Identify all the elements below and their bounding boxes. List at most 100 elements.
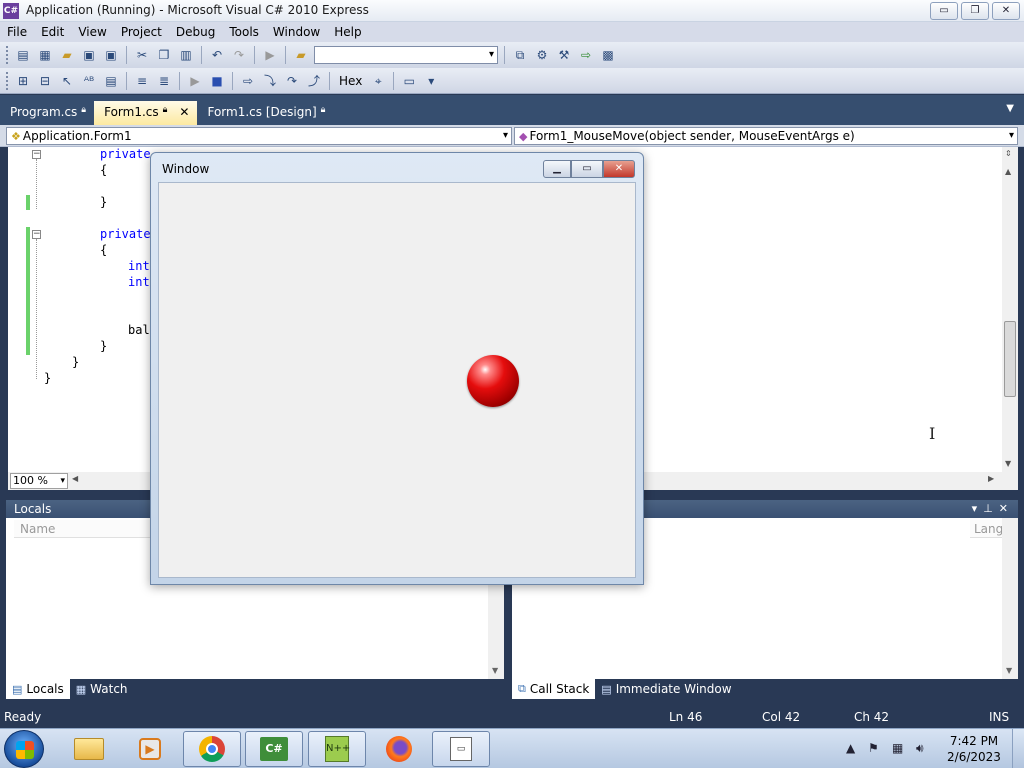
tab-program-cs[interactable]: Program.cs 🔒︎ xyxy=(0,101,94,125)
start-debugging-icon[interactable]: ▶ xyxy=(261,46,279,64)
network-icon[interactable]: ▦ xyxy=(892,741,903,755)
copy-icon[interactable]: ❐ xyxy=(155,46,173,64)
add-item-icon[interactable]: ▦ xyxy=(36,46,54,64)
class-view-icon[interactable]: ⊞ xyxy=(14,72,32,90)
pointer-icon[interactable]: ↖ xyxy=(58,72,76,90)
scroll-down-icon[interactable]: ▼ xyxy=(492,666,498,675)
code-navigation-bar: ❖Application.Form1 ◆Form1_MouseMove(obje… xyxy=(0,125,1024,147)
window-position-icon[interactable]: ▾ xyxy=(972,502,984,515)
collapse-icon[interactable]: − xyxy=(32,230,41,239)
close-panel-icon[interactable]: ✕ xyxy=(999,502,1014,515)
volume-icon[interactable]: 🔊︎ xyxy=(916,741,924,756)
show-hidden-icons-icon[interactable]: ▲ xyxy=(846,741,855,755)
object-browser-icon[interactable]: ⊟ xyxy=(36,72,54,90)
start-page-icon[interactable]: ⇨ xyxy=(577,46,595,64)
collapse-icon[interactable]: − xyxy=(32,150,41,159)
scroll-thumb[interactable] xyxy=(1004,321,1016,397)
open-file-icon[interactable]: ▰ xyxy=(58,46,76,64)
zoom-combo[interactable]: 100 % xyxy=(10,473,68,489)
step-into-icon[interactable]: ⤵ xyxy=(261,72,279,90)
taskbar-app-window[interactable]: ▭ xyxy=(432,731,490,767)
cut-icon[interactable]: ✂ xyxy=(133,46,151,64)
extension-manager-icon[interactable]: ▩ xyxy=(599,46,617,64)
tab-watch[interactable]: ▦ Watch xyxy=(70,679,134,699)
tab-form1-design[interactable]: Form1.cs [Design] 🔒︎ xyxy=(197,101,333,125)
tab-form1-cs[interactable]: Form1.cs 🔒︎ ✕ xyxy=(94,101,198,125)
taskbar-firefox[interactable] xyxy=(370,731,428,767)
code-line: { xyxy=(100,163,108,177)
toolbar-options-icon[interactable]: ▾ xyxy=(422,72,440,90)
menu-window[interactable]: Window xyxy=(266,22,327,42)
comment-icon[interactable]: ≡ xyxy=(133,72,151,90)
find-in-files-icon[interactable]: ▰ xyxy=(292,46,310,64)
output-window-icon[interactable]: ▭ xyxy=(400,72,418,90)
menu-file[interactable]: File xyxy=(0,22,34,42)
scroll-up-icon[interactable]: ▲ xyxy=(1005,167,1011,176)
editor-vertical-scrollbar[interactable]: ⇕ ▲ ▼ xyxy=(1002,147,1018,472)
stop-debugging-icon[interactable]: ■ xyxy=(208,72,226,90)
hex-display-button[interactable]: Hex xyxy=(336,74,365,88)
taskbar-visual-csharp[interactable]: C# xyxy=(245,731,303,767)
tab-dropdown-icon[interactable]: ▼ xyxy=(1006,103,1014,114)
vs-title-bar[interactable]: C# Application (Running) - Microsoft Vis… xyxy=(0,0,1024,22)
tab-immediate-window[interactable]: ▤ Immediate Window xyxy=(595,679,737,699)
quick-info-icon[interactable]: ▤ xyxy=(102,72,120,90)
split-handle-icon[interactable]: ⇕ xyxy=(1005,149,1012,158)
redo-icon[interactable]: ↷ xyxy=(230,46,248,64)
breakpoints-icon[interactable]: ⌖ xyxy=(369,72,387,90)
pin-icon[interactable]: ⊥ xyxy=(983,502,999,515)
tab-call-stack[interactable]: ⧉ Call Stack xyxy=(512,679,596,699)
scroll-down-icon[interactable]: ▼ xyxy=(1006,666,1012,675)
new-project-icon[interactable]: ▤ xyxy=(14,46,32,64)
scroll-down-icon[interactable]: ▼ xyxy=(1005,459,1011,468)
locals-icon: ▤ xyxy=(12,682,23,696)
clock[interactable]: 7:42 PM 2/6/2023 xyxy=(942,733,1006,765)
red-ball[interactable] xyxy=(467,355,519,407)
step-over-icon[interactable]: ↷ xyxy=(283,72,301,90)
app-maximize-button[interactable]: ▭ xyxy=(571,160,603,178)
menu-view[interactable]: View xyxy=(71,22,113,42)
show-next-statement-icon[interactable]: ⇨ xyxy=(239,72,257,90)
callstack-scrollbar[interactable]: ▼ xyxy=(1002,518,1018,679)
app-minimize-button[interactable]: ▁ xyxy=(543,160,571,178)
app-window-controls: ▁ ▭ ✕ xyxy=(543,160,635,178)
show-desktop-button[interactable] xyxy=(1012,729,1024,768)
solution-explorer-icon[interactable]: ⧉ xyxy=(511,46,529,64)
uncomment-icon[interactable]: ≣ xyxy=(155,72,173,90)
continue-icon[interactable]: ▶ xyxy=(186,72,204,90)
minimize-button[interactable]: ▭ xyxy=(930,2,958,20)
properties-icon[interactable]: ⚙ xyxy=(533,46,551,64)
save-all-icon[interactable]: ▣ xyxy=(102,46,120,64)
step-out-icon[interactable]: ⤴ xyxy=(305,72,323,90)
running-app-window[interactable]: Window ▁ ▭ ✕ xyxy=(150,152,644,585)
start-button[interactable] xyxy=(4,730,44,768)
menu-edit[interactable]: Edit xyxy=(34,22,71,42)
menu-debug[interactable]: Debug xyxy=(169,22,222,42)
taskbar-explorer[interactable] xyxy=(60,731,118,767)
scroll-right-icon[interactable]: ▶ xyxy=(988,474,994,483)
taskbar-chrome[interactable] xyxy=(183,731,241,767)
app-client-area[interactable] xyxy=(158,182,636,578)
tab-locals[interactable]: ▤ Locals xyxy=(6,679,70,699)
member-combo[interactable]: ◆ Form1_MouseMove(object sender, MouseEve… xyxy=(514,127,1018,145)
toolbar-grip[interactable] xyxy=(6,46,10,64)
close-button[interactable]: ✕ xyxy=(992,2,1020,20)
menu-tools[interactable]: Tools xyxy=(222,22,266,42)
taskbar-notepadpp[interactable]: N++ xyxy=(308,731,366,767)
scroll-left-icon[interactable]: ◀ xyxy=(72,474,78,483)
toolbox-icon[interactable]: ⚒ xyxy=(555,46,573,64)
menu-project[interactable]: Project xyxy=(114,22,169,42)
find-combo[interactable] xyxy=(314,46,498,64)
toolbar-grip[interactable] xyxy=(6,71,10,90)
save-icon[interactable]: ▣ xyxy=(80,46,98,64)
taskbar-media-player[interactable]: ▶ xyxy=(121,731,179,767)
restore-button[interactable]: ❐ xyxy=(961,2,989,20)
close-tab-icon[interactable]: ✕ xyxy=(179,105,189,125)
action-center-icon[interactable]: ⚑ xyxy=(868,741,879,755)
app-close-button[interactable]: ✕ xyxy=(603,160,635,178)
menu-help[interactable]: Help xyxy=(327,22,368,42)
undo-icon[interactable]: ↶ xyxy=(208,46,226,64)
paste-icon[interactable]: ▥ xyxy=(177,46,195,64)
class-combo[interactable]: ❖ Application.Form1 xyxy=(6,127,512,145)
complete-word-icon[interactable]: ᴬᴮ xyxy=(80,72,98,90)
